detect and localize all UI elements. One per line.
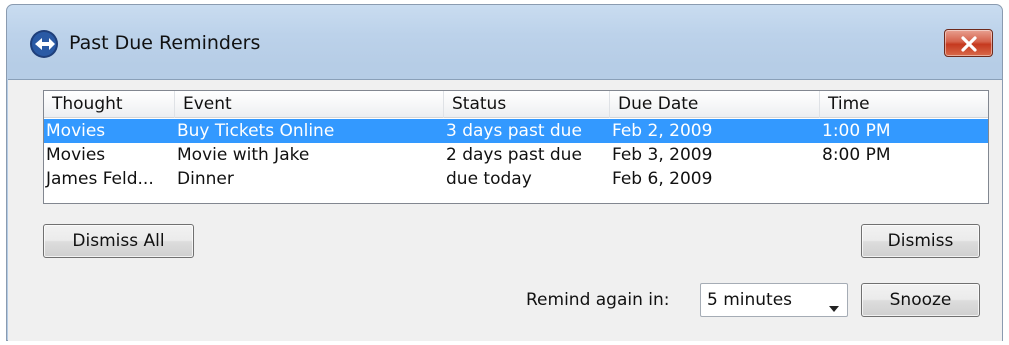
cell-time: 8:00 PM bbox=[822, 145, 891, 165]
dismiss-button[interactable]: Dismiss bbox=[861, 224, 980, 258]
cell-status: due today bbox=[446, 169, 532, 189]
title-bar[interactable]: Past Due Reminders bbox=[7, 5, 1002, 79]
dismiss-all-button[interactable]: Dismiss All bbox=[43, 224, 194, 258]
column-header-status[interactable]: Status bbox=[444, 91, 610, 118]
cell-thought: Movies bbox=[46, 145, 106, 165]
snooze-interval-value: 5 minutes bbox=[707, 290, 793, 310]
cell-due-date: Feb 2, 2009 bbox=[612, 121, 713, 141]
chevron-down-icon bbox=[829, 297, 839, 316]
reminder-window: Past Due Reminders Thought Event Status … bbox=[6, 4, 1003, 341]
window-title: Past Due Reminders bbox=[69, 32, 261, 54]
table-header: Thought Event Status Due Date Time bbox=[44, 91, 988, 118]
cell-due-date: Feb 6, 2009 bbox=[612, 169, 713, 189]
table-row[interactable]: Movies Buy Tickets Online 3 days past du… bbox=[44, 119, 988, 143]
remind-again-label: Remind again in: bbox=[526, 290, 670, 310]
snooze-button[interactable]: Snooze bbox=[861, 283, 980, 317]
column-header-event[interactable]: Event bbox=[175, 91, 444, 118]
reminders-table[interactable]: Thought Event Status Due Date Time Movie… bbox=[43, 90, 989, 204]
cell-status: 2 days past due bbox=[446, 145, 582, 165]
column-header-time[interactable]: Time bbox=[820, 91, 990, 118]
cell-thought: Movies bbox=[46, 121, 106, 141]
cell-time: 1:00 PM bbox=[822, 121, 891, 141]
app-arrow-icon bbox=[29, 29, 59, 59]
cell-event: Buy Tickets Online bbox=[177, 121, 335, 141]
close-icon bbox=[961, 36, 977, 52]
cell-event: Movie with Jake bbox=[177, 145, 310, 165]
cell-due-date: Feb 3, 2009 bbox=[612, 145, 713, 165]
snooze-interval-select[interactable]: 5 minutes bbox=[700, 283, 848, 317]
column-header-thought[interactable]: Thought bbox=[44, 91, 175, 118]
cell-time bbox=[820, 167, 980, 191]
cell-event: Dinner bbox=[177, 169, 234, 189]
table-row[interactable]: James Feld... Dinner due today Feb 6, 20… bbox=[44, 167, 988, 191]
table-row[interactable]: Movies Movie with Jake 2 days past due F… bbox=[44, 143, 988, 167]
cell-status: 3 days past due bbox=[446, 121, 582, 141]
cell-thought: James Feld... bbox=[46, 169, 154, 189]
dialog-body: Thought Event Status Due Date Time Movie… bbox=[8, 79, 1002, 341]
column-header-due-date[interactable]: Due Date bbox=[610, 91, 820, 118]
close-button[interactable] bbox=[944, 29, 993, 57]
